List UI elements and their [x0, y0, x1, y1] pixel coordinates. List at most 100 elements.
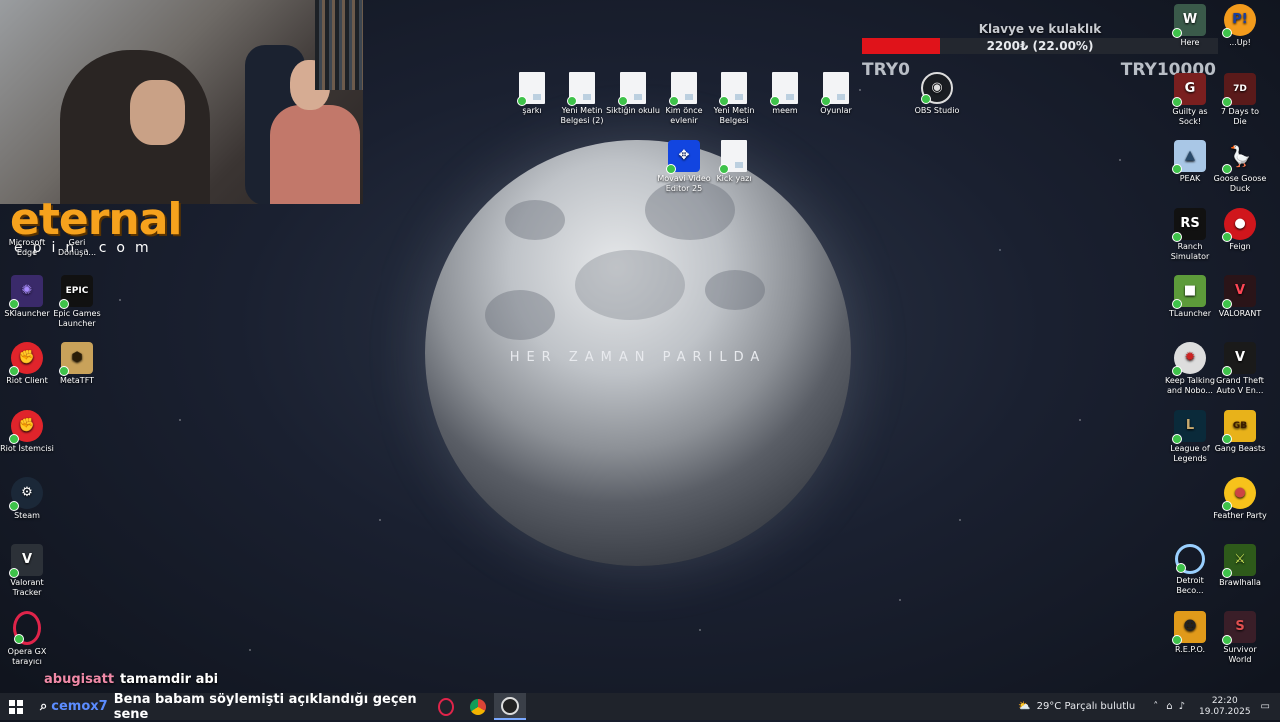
game-icon: W — [1172, 4, 1206, 38]
desktop-icon-feather-party[interactable]: ● Feather Party — [1213, 477, 1267, 521]
desktop-icon-label: Grand Theft Auto V En... — [1216, 376, 1264, 395]
desktop-icon-label: Riot İstemcisi — [0, 444, 54, 453]
desktop-icon-riot-client[interactable]: ✊ Riot Client — [0, 342, 54, 386]
desktop-file-kick-yazi[interactable]: Kick yazı — [707, 140, 761, 184]
text-document-icon — [517, 72, 545, 106]
wallpaper-caption: HER ZAMAN PARILDA — [509, 350, 767, 365]
desktop-icon-label: Opera GX tarayıcı — [7, 647, 47, 666]
riot-client-icon: ✊ — [9, 410, 43, 444]
desktop-icon-label: Brawlhalla — [1219, 578, 1261, 587]
desktop-icon-ranch-simulator[interactable]: RS Ranch Simulator — [1163, 208, 1217, 262]
desktop-icon-edge[interactable]: Microsoft Edge — [0, 238, 54, 258]
desktop-file-siktigin-okulu[interactable]: Siktiğin okulu — [606, 72, 660, 116]
desktop-icon-label: Siktiğin okulu — [606, 106, 660, 115]
desktop-icon-label: Keep Talking and Nobo... — [1164, 376, 1215, 395]
desktop-icon-label: Epic Games Launcher — [53, 309, 101, 328]
sponsor-logo-main: eternal — [10, 194, 183, 245]
obs-studio-icon — [501, 696, 519, 715]
desktop-icon-obs-studio[interactable]: ◉ OBS Studio — [910, 72, 964, 116]
desktop-icon-label: Oyunlar — [820, 106, 852, 115]
desktop-icon-feign[interactable]: ● Feign — [1213, 208, 1267, 252]
obs-studio-icon: ◉ — [921, 72, 953, 104]
desktop-icon-label: Guilty as Sock! — [1172, 107, 1208, 126]
steam-icon: ⚙ — [9, 477, 43, 511]
desktop-icon-valorant-tracker[interactable]: V Valorant Tracker — [0, 544, 54, 598]
game-icon: 7D — [1222, 73, 1256, 107]
desktop-icon-guilty-as-sock[interactable]: G Guilty as Sock! — [1163, 73, 1217, 127]
text-document-icon — [770, 72, 798, 106]
weather-icon: ⛅ — [1018, 701, 1031, 712]
desktop-icon-survivor-world[interactable]: S Survivor World — [1213, 611, 1267, 665]
desktop-icon-brawlhalla[interactable]: ⚔ Brawlhalla — [1213, 544, 1267, 588]
valorant-icon: V — [1222, 275, 1256, 309]
chat-text: tamamdir abi — [120, 672, 219, 687]
desktop-icon-sklauncher[interactable]: ✺ SKlauncher — [0, 275, 54, 319]
valorant-tracker-icon: V — [9, 544, 43, 578]
desktop-icon-label: Riot Client — [6, 376, 48, 385]
taskbar-chrome[interactable] — [462, 693, 494, 720]
chat-text: Bena babam söylemişti açıklandığı geçen … — [113, 691, 417, 722]
bomb-icon: ✹ — [1172, 342, 1206, 376]
opera-gx-icon — [13, 611, 41, 645]
game-icon: ● — [1222, 208, 1256, 242]
start-button[interactable] — [0, 693, 32, 720]
desktop-icon-valorant[interactable]: V VALORANT — [1213, 275, 1267, 319]
desktop-icon-goose-goose-duck[interactable]: 🪿 Goose Goose Duck — [1213, 140, 1267, 194]
taskbar: ⌕ cemox7 Bena babam söylemişti açıklandı… — [0, 691, 1280, 722]
desktop-icon-label: Here — [1180, 38, 1200, 47]
detroit-icon — [1175, 544, 1205, 574]
notification-icon[interactable]: ▭ — [1261, 701, 1270, 712]
desktop-icon-metatft[interactable]: ⬢ MetaTFT — [50, 342, 104, 386]
desktop-icon-label: VALORANT — [1218, 309, 1262, 318]
desktop-icon-opera-gx[interactable]: Opera GX tarayıcı — [0, 611, 54, 667]
desktop-icon-label: Gang Beasts — [1214, 444, 1266, 453]
weather-text[interactable]: 29°C Parçalı bulutlu — [1037, 701, 1136, 712]
desktop-icon-steam[interactable]: ⚙ Steam — [0, 477, 54, 521]
desktop-icon-up[interactable]: P! ...Up! — [1213, 4, 1267, 48]
desktop-icon-recycle-bin[interactable]: Geri Dönüşü... — [50, 238, 104, 258]
desktop-icon-movavi[interactable]: ✥ Movavi Video Editor 25 — [657, 140, 711, 194]
desktop-icon-7-days-to-die[interactable]: 7D 7 Days to Die — [1213, 73, 1267, 127]
desktop-icon-riot-istemcisi[interactable]: ✊ Riot İstemcisi — [0, 410, 54, 454]
riot-client-icon: ✊ — [9, 342, 43, 376]
desktop-file-yeni-metin-belgesi-2[interactable]: Yeni Metin Belgesi (2) — [555, 72, 609, 126]
desktop-icon-keep-talking[interactable]: ✹ Keep Talking and Nobo... — [1163, 342, 1217, 396]
desktop-file-yeni-metin-belgesi[interactable]: Yeni Metin Belgesi — [707, 72, 761, 126]
desktop-icon-epic-games[interactable]: EPIC Epic Games Launcher — [50, 275, 104, 329]
volume-icon[interactable]: ♪ — [1179, 701, 1185, 712]
chat-username: abugisatt — [44, 672, 115, 687]
network-icon[interactable]: ⌂ — [1166, 701, 1172, 712]
desktop-icon-repo[interactable]: ☻ R.E.P.O. — [1163, 611, 1217, 655]
desktop-icon-label: Movavi Video Editor 25 — [657, 174, 711, 193]
donation-min: TRY0 — [862, 60, 910, 80]
taskbar-obs-studio[interactable] — [494, 693, 526, 720]
desktop-file-sarki[interactable]: şarkı — [505, 72, 559, 116]
desktop-icon-label: Yeni Metin Belgesi — [713, 106, 755, 125]
desktop-file-meem[interactable]: meem — [758, 72, 812, 116]
clock[interactable]: 22:20 19.07.2025 — [1199, 696, 1251, 718]
desktop-icon-league-of-legends[interactable]: L League of Legends — [1163, 410, 1217, 464]
game-icon: G — [1172, 73, 1206, 107]
chevron-up-icon[interactable]: ˄ — [1153, 701, 1158, 712]
desktop-icon-gang-beasts[interactable]: GB Gang Beasts — [1213, 410, 1267, 454]
desktop-icon-tlauncher[interactable]: ■ TLauncher — [1163, 275, 1217, 319]
streamer-person — [60, 50, 210, 204]
desktop-icon-here[interactable]: W Here — [1163, 4, 1217, 48]
desktop-icon-gta-v[interactable]: V Grand Theft Auto V En... — [1213, 342, 1267, 396]
desktop-icon-label: Kick yazı — [716, 174, 752, 183]
desktop-icon-peak[interactable]: ▲ PEAK — [1163, 140, 1217, 184]
chick-icon: ● — [1222, 477, 1256, 511]
desktop-icon-label: Yeni Metin Belgesi (2) — [560, 106, 604, 125]
desktop-file-oyunlar[interactable]: Oyunlar — [809, 72, 863, 116]
bookshelf — [315, 0, 363, 90]
game-icon: S — [1222, 611, 1256, 645]
desktop-icon-label: Feather Party — [1213, 511, 1267, 520]
opera-gx-icon — [438, 697, 454, 716]
taskbar-search[interactable]: ⌕ cemox7 Bena babam söylemişti açıklandı… — [32, 691, 430, 722]
windows-icon — [9, 699, 23, 714]
sklauncher-icon: ✺ — [9, 275, 43, 309]
taskbar-opera-gx[interactable] — [430, 693, 462, 720]
desktop-icon-detroit[interactable]: Detroit Beco... — [1163, 544, 1217, 596]
robot-icon: ☻ — [1172, 611, 1206, 645]
desktop-file-kim-once-evlenir[interactable]: Kim önce evlenir — [657, 72, 711, 126]
